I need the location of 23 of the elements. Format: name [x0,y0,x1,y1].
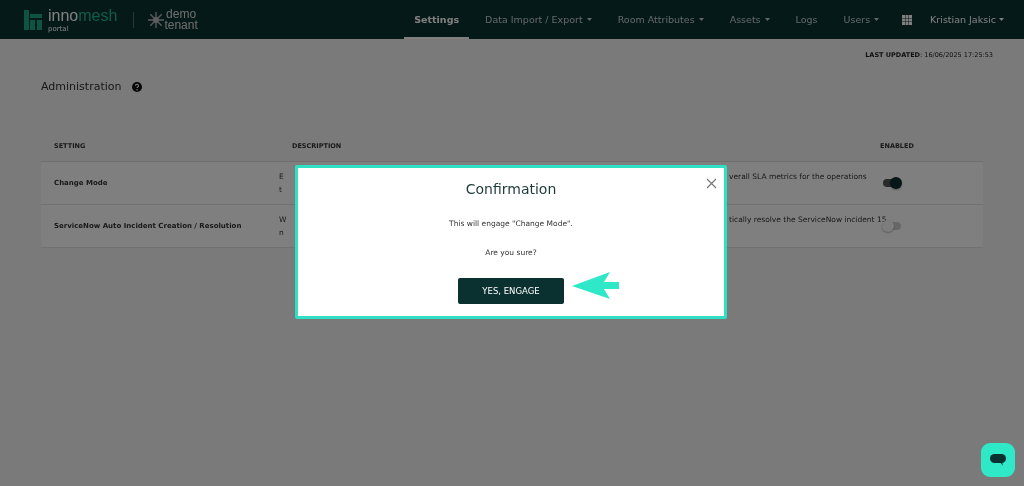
brand-name: innomesh [48,7,118,24]
user-menu[interactable]: Kristian Jaksic [916,0,1024,39]
chat-button[interactable] [981,443,1015,477]
nav-tab[interactable]: Logs [785,0,828,39]
close-button[interactable] [706,178,717,189]
snowflake-icon [148,11,165,28]
tenant-name: demo tenant [164,8,198,31]
nav-tab[interactable]: Users [833,0,890,39]
toggle-switch[interactable] [883,179,901,187]
engage-button[interactable]: YES, ENGAGE [458,278,564,304]
logo-icon [24,9,42,30]
dialog-title: Confirmation [465,181,557,197]
nav-tab[interactable]: Assets [719,0,780,39]
chat-bubble-icon [990,454,1006,466]
arrow-icon [572,272,619,299]
toggle-switch[interactable] [883,222,901,230]
nav-tab[interactable]: Room Attributes [607,0,714,39]
help-icon[interactable] [131,81,142,92]
apps-grid-icon[interactable] [902,14,913,25]
page-title: Administration [41,80,122,93]
caret-icon [999,18,1004,21]
nav-tab[interactable]: Data Import / Export [475,0,602,39]
nav-tab[interactable]: Settings [404,0,470,39]
